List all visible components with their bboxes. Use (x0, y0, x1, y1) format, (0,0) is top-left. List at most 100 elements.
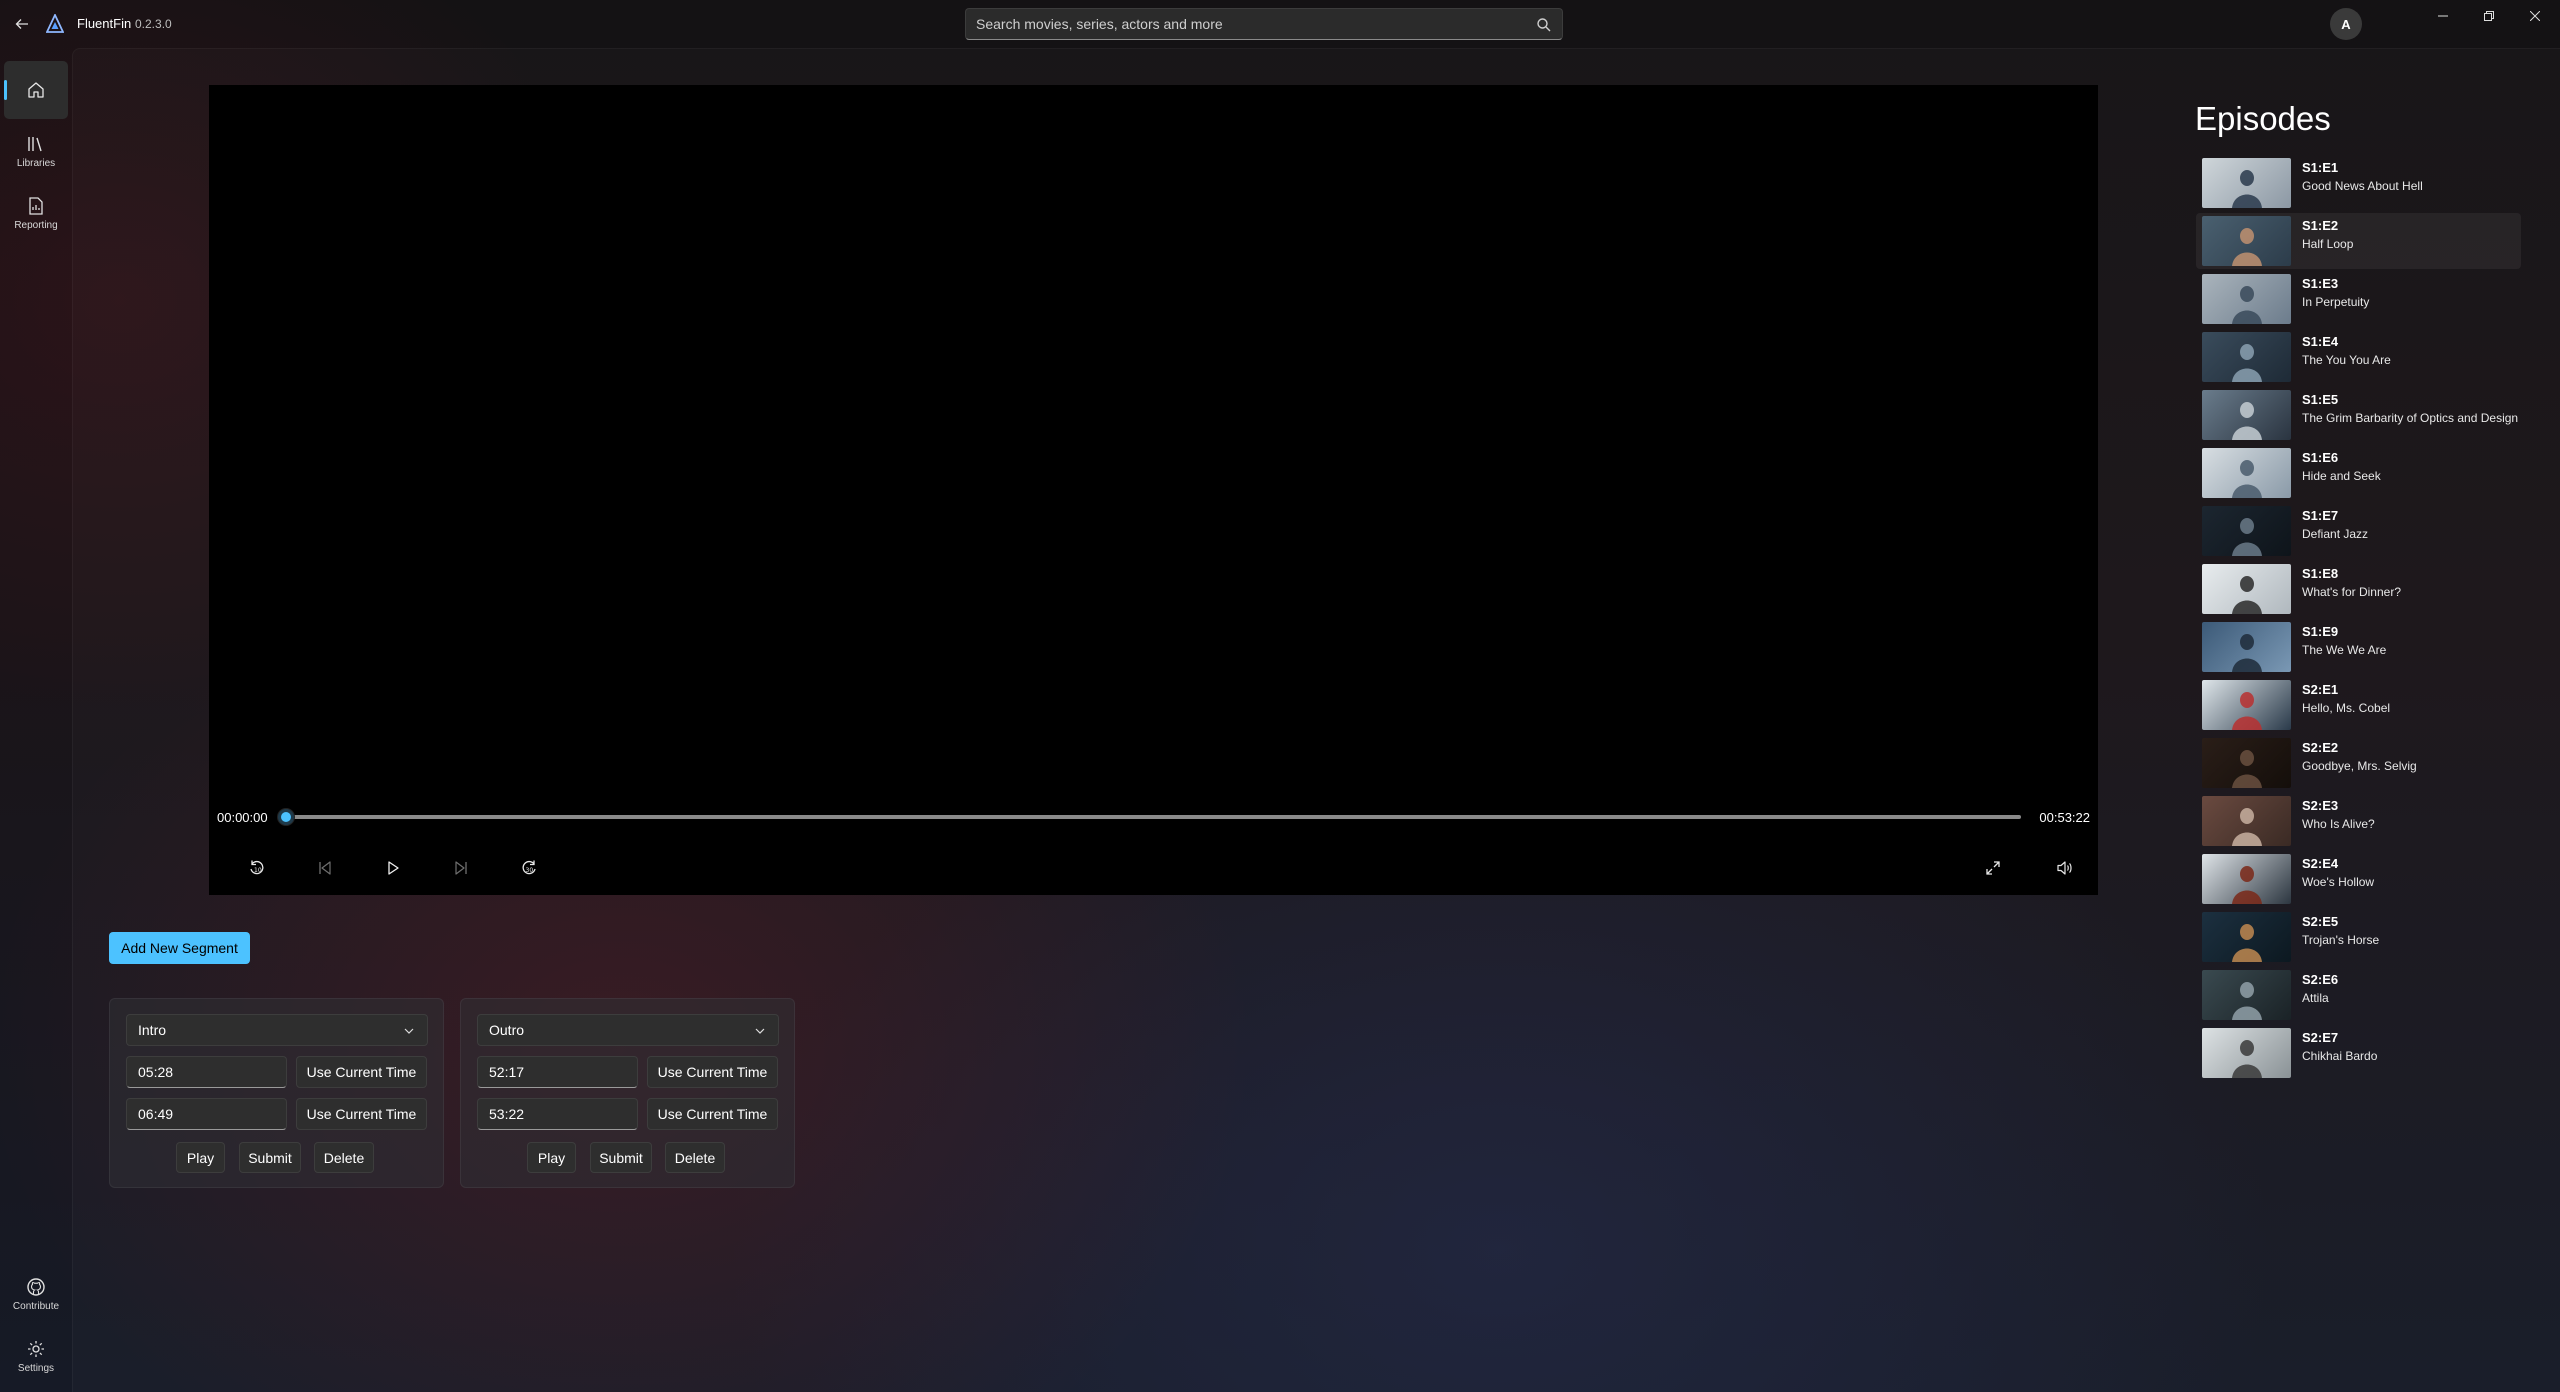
episode-item[interactable]: S2:E4 Woe's Hollow (2196, 851, 2521, 907)
nav-item-libraries[interactable]: Libraries (4, 122, 68, 180)
play-button[interactable] (373, 848, 413, 888)
episode-item[interactable]: S2:E3 Who Is Alive? (2196, 793, 2521, 849)
segment-end-input[interactable] (126, 1098, 287, 1130)
segment-card-outro: Outro Use Current Time Use Current Time … (460, 998, 795, 1188)
add-new-segment-button[interactable]: Add New Segment (109, 932, 250, 964)
previous-button[interactable] (305, 848, 345, 888)
segment-play-button[interactable]: Play (176, 1142, 225, 1173)
segment-start-input[interactable] (126, 1056, 287, 1088)
nav-item-home[interactable] (4, 61, 68, 119)
episode-name: Trojan's Horse (2302, 933, 2380, 947)
use-current-time-start-button[interactable]: Use Current Time (647, 1056, 778, 1088)
segment-type-select[interactable]: Intro (126, 1014, 428, 1046)
episode-item[interactable]: S2:E6 Attila (2196, 967, 2521, 1023)
episode-item[interactable]: S2:E1 Hello, Ms. Cobel (2196, 677, 2521, 733)
episode-code: S2:E1 (2302, 682, 2339, 697)
segment-start-input[interactable] (477, 1056, 638, 1088)
episode-item[interactable]: S1:E5 The Grim Barbarity of Optics and De… (2196, 387, 2521, 443)
episode-item[interactable]: S1:E3 In Perpetuity (2196, 271, 2521, 327)
nav-item-contribute[interactable]: Contribute (4, 1265, 68, 1323)
app-name: FluentFin (77, 16, 132, 31)
use-current-time-end-button[interactable]: Use Current Time (647, 1098, 778, 1130)
segment-card-intro: Intro Use Current Time Use Current Time … (109, 998, 444, 1188)
use-current-time-end-button[interactable]: Use Current Time (296, 1098, 427, 1130)
nav-item-settings[interactable]: Settings (4, 1327, 68, 1385)
nav-label-reporting: Reporting (14, 219, 58, 231)
maximize-icon (2484, 11, 2494, 21)
segment-end-input[interactable] (477, 1098, 638, 1130)
episode-name: The Grim Barbarity of Optics and Design (2302, 411, 2519, 425)
episode-code: S1:E3 (2302, 276, 2339, 291)
episode-thumbnail (2202, 738, 2291, 788)
svg-text:30: 30 (526, 867, 534, 874)
next-button[interactable] (441, 848, 481, 888)
episode-name: Goodbye, Mrs. Selvig (2302, 759, 2417, 773)
video-player[interactable]: 00:00:00 00:53:22 10 30 (209, 85, 2098, 895)
episode-code: S2:E2 (2302, 740, 2339, 755)
current-time: 00:00:00 (217, 810, 268, 825)
episode-thumbnail (2202, 564, 2291, 614)
episode-thumbnail (2202, 912, 2291, 962)
close-button[interactable] (2512, 0, 2558, 32)
episode-code: S1:E1 (2302, 160, 2339, 175)
episode-name: What's for Dinner? (2302, 585, 2401, 599)
app-logo-icon (46, 14, 64, 33)
episode-thumbnail (2202, 622, 2291, 672)
back-button[interactable] (8, 10, 36, 38)
episode-item[interactable]: S1:E2 Half Loop (2196, 213, 2521, 269)
segment-delete-button[interactable]: Delete (665, 1142, 725, 1173)
episode-thumbnail (2202, 854, 2291, 904)
app-version: 0.2.3.0 (135, 17, 172, 31)
nav-item-reporting[interactable]: Reporting (4, 184, 68, 242)
minimize-button[interactable] (2420, 0, 2466, 32)
fullscreen-button[interactable] (1973, 848, 2013, 888)
segment-submit-button[interactable]: Submit (239, 1142, 301, 1173)
episode-item[interactable]: S1:E8 What's for Dinner? (2196, 561, 2521, 617)
skip-back-button[interactable]: 10 (237, 848, 277, 888)
episode-name: Hide and Seek (2302, 469, 2381, 483)
episode-item[interactable]: S2:E7 Chikhai Bardo (2196, 1025, 2521, 1081)
episodes-title: Episodes (2195, 100, 2331, 137)
maximize-button[interactable] (2466, 0, 2512, 32)
episode-item[interactable]: S2:E2 Goodbye, Mrs. Selvig (2196, 735, 2521, 791)
episode-thumbnail (2202, 216, 2291, 266)
segment-type-select[interactable]: Outro (477, 1014, 779, 1046)
previous-icon (319, 861, 331, 875)
search-icon[interactable] (1536, 17, 1552, 33)
minimize-icon (2438, 15, 2448, 17)
segment-submit-button[interactable]: Submit (590, 1142, 652, 1173)
skip-forward-button[interactable]: 30 (509, 848, 549, 888)
episode-item[interactable]: S1:E4 The You You Are (2196, 329, 2521, 385)
episode-name: Hello, Ms. Cobel (2302, 701, 2391, 715)
episode-code: S1:E8 (2302, 566, 2339, 581)
episode-name: Who Is Alive? (2302, 817, 2375, 831)
episode-item[interactable]: S1:E7 Defiant Jazz (2196, 503, 2521, 559)
episode-thumbnail (2202, 796, 2291, 846)
episode-item[interactable]: S1:E9 The We We Are (2196, 619, 2521, 675)
episode-code: S2:E7 (2302, 1030, 2339, 1045)
skip-back-10-icon: 10 (250, 860, 264, 875)
episode-item[interactable]: S1:E6 Hide and Seek (2196, 445, 2521, 501)
volume-button[interactable] (2045, 848, 2085, 888)
search-input[interactable] (966, 9, 1526, 39)
segment-type-value: Outro (489, 1022, 525, 1038)
use-current-time-start-button[interactable]: Use Current Time (296, 1056, 427, 1088)
episode-thumbnail (2202, 158, 2291, 208)
segment-delete-button[interactable]: Delete (314, 1142, 374, 1173)
episode-item[interactable]: S1:E1 Good News About Hell (2196, 155, 2521, 211)
episode-item[interactable]: S2:E5 Trojan's Horse (2196, 909, 2521, 965)
episode-name: Chikhai Bardo (2302, 1049, 2378, 1063)
episode-name: Woe's Hollow (2302, 875, 2375, 889)
volume-icon (2057, 861, 2072, 875)
episode-code: S1:E9 (2302, 624, 2339, 639)
episode-thumbnail (2202, 970, 2291, 1020)
seek-thumb[interactable] (278, 809, 294, 825)
user-avatar[interactable]: A (2330, 8, 2362, 40)
segment-play-button[interactable]: Play (527, 1142, 576, 1173)
seek-bar[interactable] (285, 815, 2021, 819)
episode-name: Defiant Jazz (2302, 527, 2369, 541)
episode-code: S1:E6 (2302, 450, 2339, 465)
home-icon (28, 82, 44, 98)
segment-type-value: Intro (138, 1022, 167, 1038)
episode-thumbnail (2202, 1028, 2291, 1078)
